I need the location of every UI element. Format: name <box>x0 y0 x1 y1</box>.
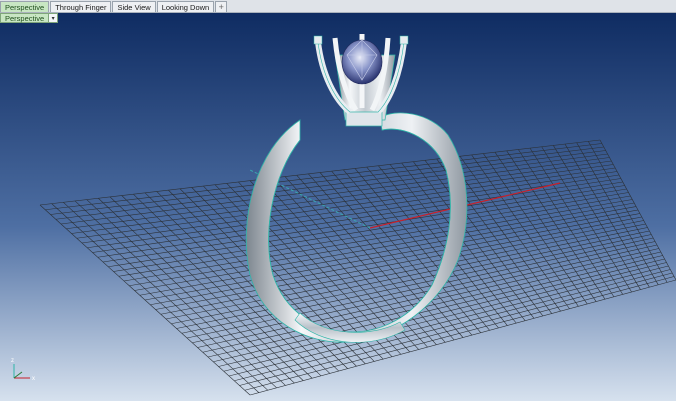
chevron-down-icon[interactable]: ▾ <box>49 13 59 23</box>
add-tab-button[interactable]: + <box>215 1 228 12</box>
tab-side-view[interactable]: Side View <box>112 1 156 12</box>
tab-through-finger[interactable]: Through Finger <box>50 1 112 12</box>
app-window: Perspective Through Finger Side View Loo… <box>0 0 676 401</box>
z-axis-label: z <box>11 358 14 364</box>
x-axis-label: x <box>32 376 35 382</box>
view-mode-label: Perspective <box>0 13 50 23</box>
tab-perspective[interactable]: Perspective <box>0 1 50 12</box>
tab-looking-down[interactable]: Looking Down <box>156 1 215 12</box>
view-tab-bar: Perspective Through Finger Side View Loo… <box>0 0 676 13</box>
3d-viewport[interactable]: z x <box>0 13 676 401</box>
viewport-canvas: z x <box>0 13 676 401</box>
view-mode-dropdown[interactable]: Perspective ▾ <box>0 13 59 23</box>
